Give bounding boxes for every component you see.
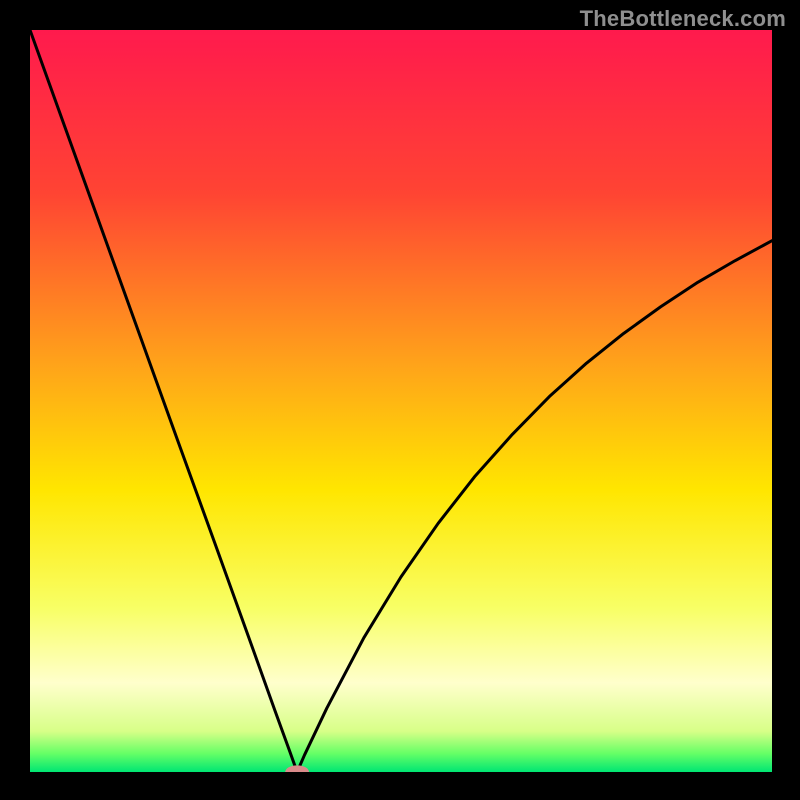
watermark-label: TheBottleneck.com [580,6,786,32]
plot-area [30,30,772,772]
bottleneck-chart [30,30,772,772]
chart-frame: TheBottleneck.com [0,0,800,800]
gradient-background [30,30,772,772]
